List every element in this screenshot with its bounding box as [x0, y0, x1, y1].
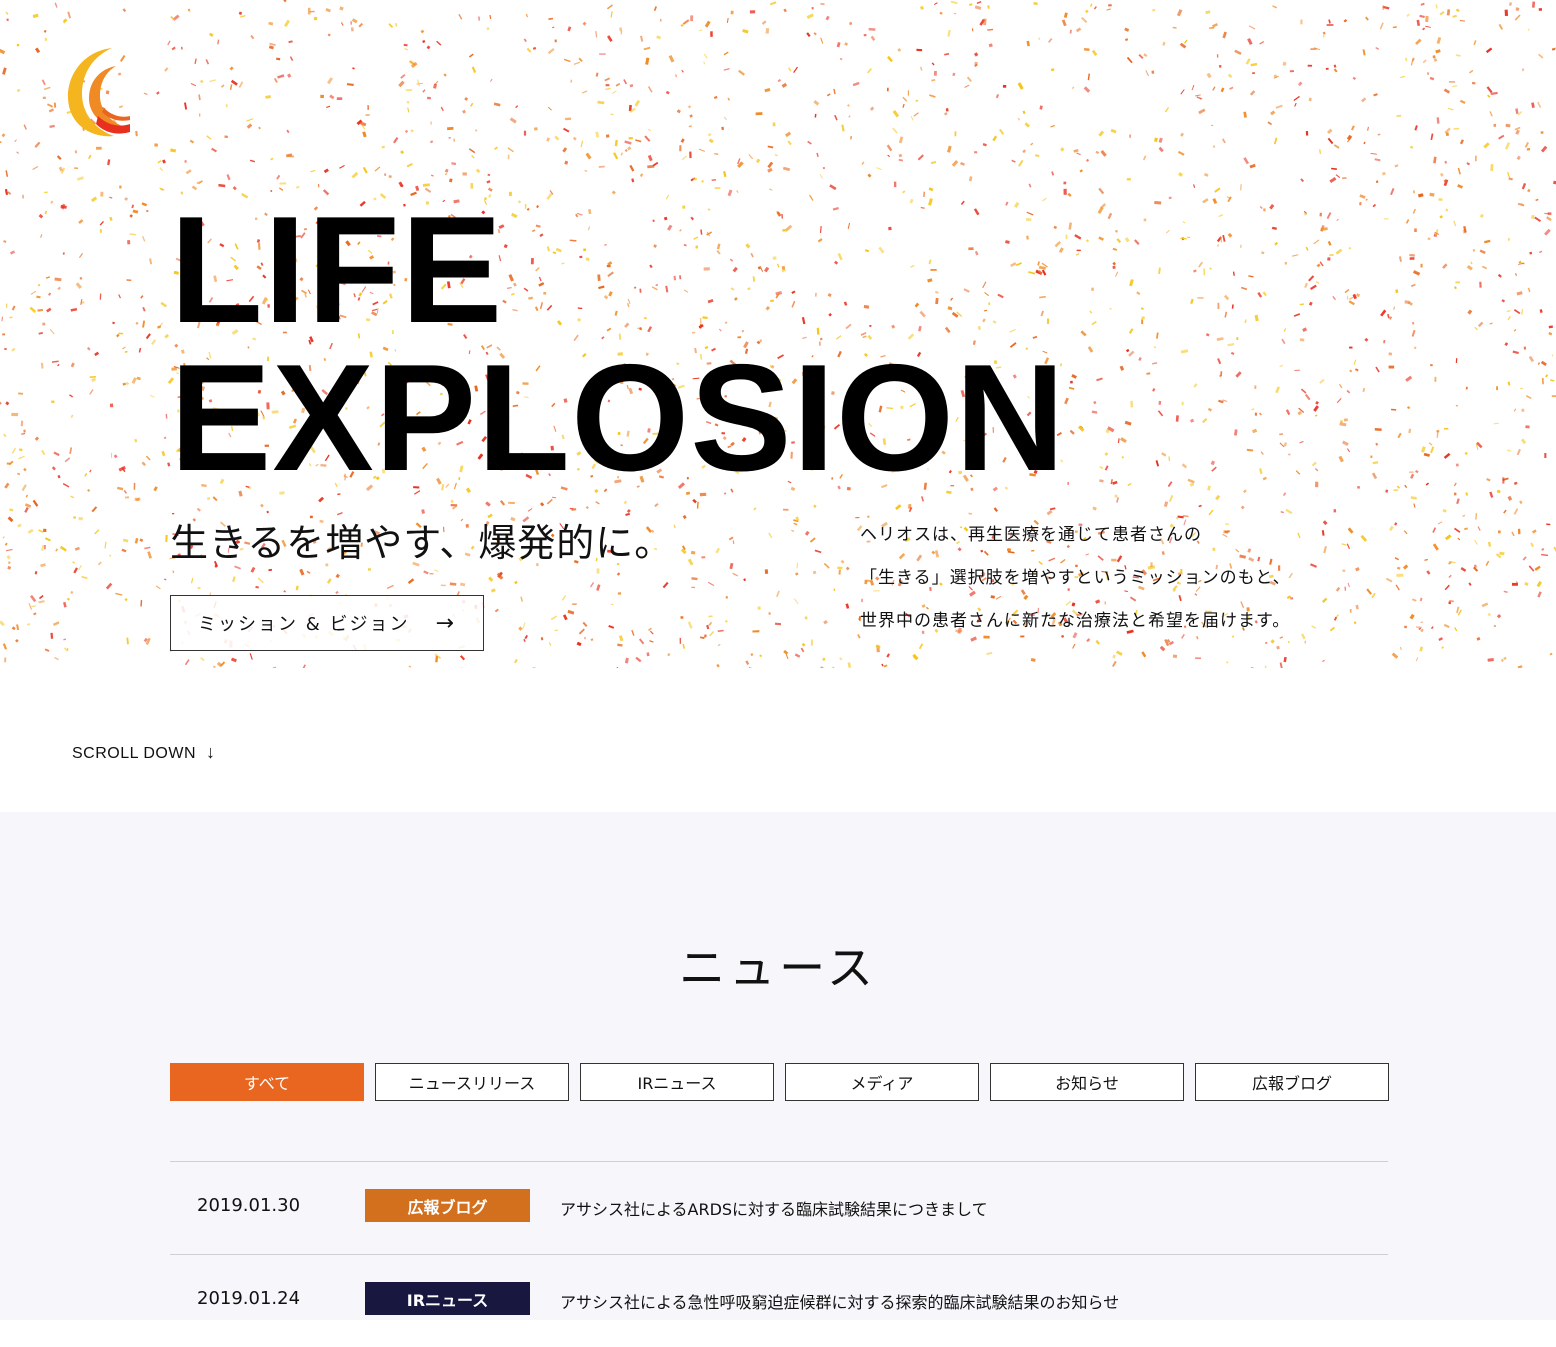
hero-headline: LIFE EXPLOSION [170, 196, 1066, 492]
arrow-right-icon: → [436, 611, 456, 636]
news-list: 2019.01.30 広報ブログ アサシス社によるARDSに対する臨床試験結果に… [170, 1161, 1388, 1347]
category-badge: IRニュース [365, 1282, 530, 1315]
scroll-down-link[interactable]: SCROLL DOWN ↓ [72, 742, 216, 763]
mission-vision-button[interactable]: ミッション & ビジョン → [170, 595, 484, 651]
news-title-link[interactable]: アサシス社によるARDSに対する臨床試験結果につきまして [560, 1196, 988, 1220]
news-row[interactable]: 2019.01.30 広報ブログ アサシス社によるARDSに対する臨床試験結果に… [170, 1161, 1388, 1254]
description-line: ヘリオスは、再生医療を通じて患者さんの [860, 514, 1380, 557]
news-heading: ニュース [0, 932, 1556, 998]
headline-line-2: EXPLOSION [170, 344, 1066, 492]
news-title-link[interactable]: アサシス社による急性呼吸窮迫症候群に対する探索的臨床試験結果のお知らせ [560, 1289, 1119, 1313]
description-line: 「生きる」選択肢を増やすというミッションのもと、 [860, 557, 1380, 600]
tab-pr-blog[interactable]: 広報ブログ [1195, 1063, 1389, 1101]
mission-vision-button-label: ミッション & ビジョン [198, 610, 409, 636]
news-filter-tabs: すべて ニュースリリース IRニュース メディア お知らせ 広報ブログ [170, 1063, 1389, 1101]
crescent-logo-icon[interactable] [60, 44, 136, 140]
scroll-down-label: SCROLL DOWN [72, 745, 196, 762]
news-row[interactable]: 2019.01.24 IRニュース アサシス社による急性呼吸窮迫症候群に対する探… [170, 1254, 1388, 1347]
news-section: ニュース すべて ニュースリリース IRニュース メディア お知らせ 広報ブログ… [0, 812, 1556, 1320]
tab-all[interactable]: すべて [170, 1063, 364, 1101]
hero-description: ヘリオスは、再生医療を通じて患者さんの 「生きる」選択肢を増やすというミッション… [860, 514, 1380, 643]
tab-ir-news[interactable]: IRニュース [580, 1063, 774, 1101]
description-line: 世界中の患者さんに新たな治療法と希望を届けます。 [860, 600, 1380, 643]
arrow-down-icon: ↓ [206, 742, 216, 762]
tab-news-release[interactable]: ニュースリリース [375, 1063, 569, 1101]
news-date: 2019.01.24 [197, 1288, 300, 1309]
headline-line-1: LIFE [170, 196, 1066, 344]
tab-notices[interactable]: お知らせ [990, 1063, 1184, 1101]
hero-section: LIFE EXPLOSION 生きるを増やす、爆発的に。 ミッション & ビジョ… [0, 0, 1556, 668]
hero-tagline: 生きるを増やす、爆発的に。 [170, 512, 673, 567]
news-date: 2019.01.30 [197, 1195, 300, 1216]
tab-media[interactable]: メディア [785, 1063, 979, 1101]
category-badge: 広報ブログ [365, 1189, 530, 1222]
